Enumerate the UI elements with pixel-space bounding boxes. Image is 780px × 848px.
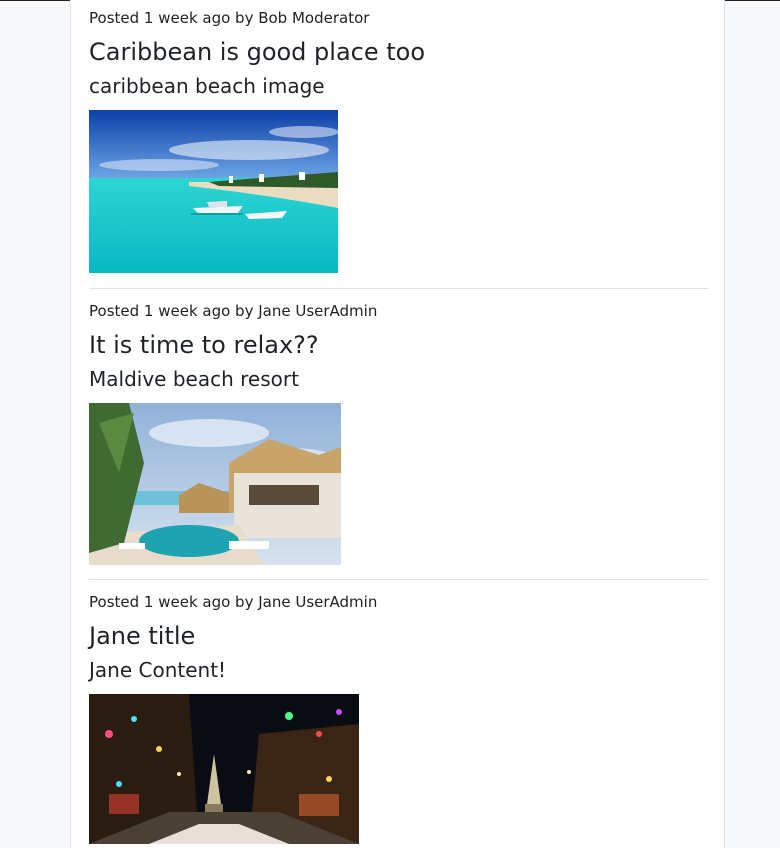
post-item: Posted 1 week ago by Jane UserAdmin Jane…	[89, 592, 709, 683]
post-meta: Posted 1 week ago by Jane UserAdmin	[89, 593, 378, 611]
post-title: Jane title	[89, 622, 196, 650]
post-meta: Posted 1 week ago by Bob Moderator	[89, 9, 370, 27]
post-title: It is time to relax??	[89, 331, 319, 359]
posts-container: Posted 1 week ago by Bob Moderator Carib…	[70, 0, 725, 848]
post-item: Posted 1 week ago by Jane UserAdmin It i…	[89, 301, 709, 392]
post-meta: Posted 1 week ago by Jane UserAdmin	[89, 302, 378, 320]
post-content: caribbean beach image	[89, 74, 325, 98]
post-item: Posted 1 week ago by Bob Moderator Carib…	[89, 8, 709, 99]
post-image	[89, 694, 359, 844]
post-divider	[89, 288, 709, 289]
post-title: Caribbean is good place too	[89, 38, 426, 66]
post-divider	[89, 579, 709, 580]
post-content: Maldive beach resort	[89, 367, 299, 391]
post-image	[89, 110, 338, 273]
beach-resort-image	[89, 403, 341, 565]
post-image	[89, 403, 341, 565]
caribbean-beach-image	[89, 110, 338, 273]
night-street-image	[89, 694, 359, 844]
post-content: Jane Content!	[89, 658, 227, 682]
